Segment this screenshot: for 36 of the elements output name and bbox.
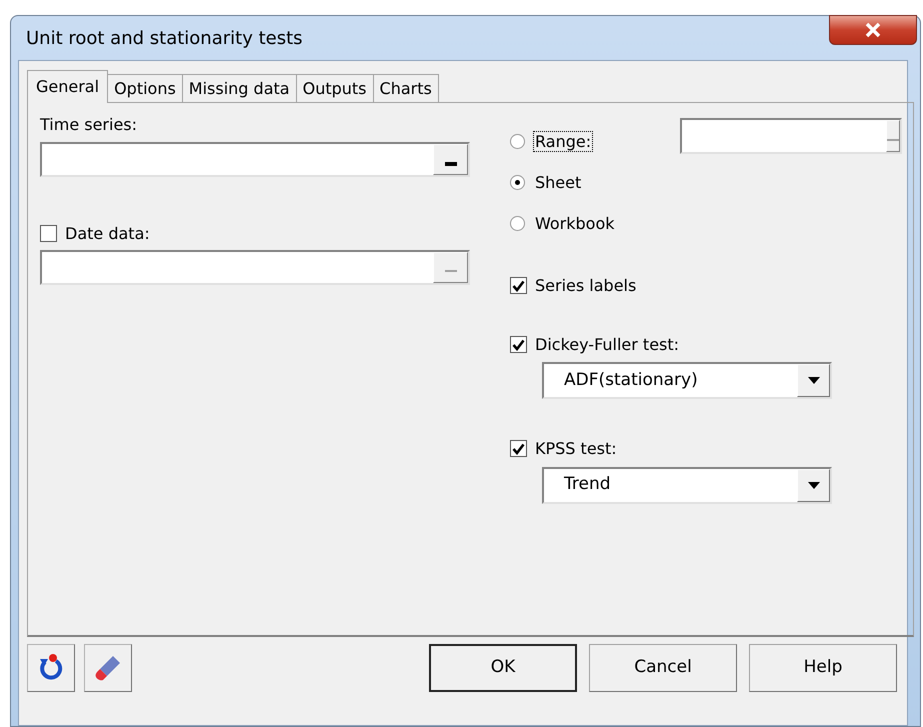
checkbox[interactable] <box>510 440 527 458</box>
checkbox[interactable] <box>510 336 527 354</box>
underscore-icon <box>887 139 899 143</box>
radio-button[interactable] <box>510 175 525 190</box>
radio-label: Sheet <box>534 172 582 194</box>
browse-button[interactable] <box>433 144 468 176</box>
checkmark-icon <box>512 338 525 351</box>
close-button[interactable] <box>829 15 917 45</box>
close-icon <box>864 22 882 38</box>
checkmark-icon <box>512 280 525 292</box>
reset-button[interactable] <box>27 644 75 692</box>
dialog-button[interactable]: Help <box>749 644 897 692</box>
checkbox-label: Series labels <box>535 276 636 296</box>
underscore-icon <box>444 162 456 166</box>
checkbox-label: Dickey-Fuller test: <box>535 335 680 354</box>
dialog-button[interactable]: Cancel <box>589 644 737 692</box>
dialog-button[interactable]: OK <box>429 644 577 692</box>
checkbox-label: KPSS test: <box>535 439 617 459</box>
eraser-icon <box>93 653 123 683</box>
dropdown[interactable]: Trend <box>542 466 832 504</box>
checkbox[interactable] <box>510 277 527 294</box>
radio-label: Range: <box>533 130 594 152</box>
tab[interactable]: General <box>27 70 108 103</box>
eraser-button[interactable] <box>84 644 132 692</box>
window-title: Unit root and stationarity tests <box>26 26 303 50</box>
field-label: Time series: <box>40 115 138 134</box>
checkmark-icon <box>512 442 525 455</box>
dropdown-arrow-icon <box>808 482 820 489</box>
radio-button[interactable] <box>510 134 525 149</box>
checkbox-label: Date data: <box>65 224 150 244</box>
radio-label: Workbook <box>534 212 616 234</box>
dropdown-arrow-icon <box>808 377 820 384</box>
dropdown[interactable]: ADF(stationary) <box>542 362 832 400</box>
input-field[interactable] <box>40 142 470 178</box>
tab[interactable]: Charts <box>372 74 439 102</box>
radio-button[interactable] <box>510 216 525 231</box>
